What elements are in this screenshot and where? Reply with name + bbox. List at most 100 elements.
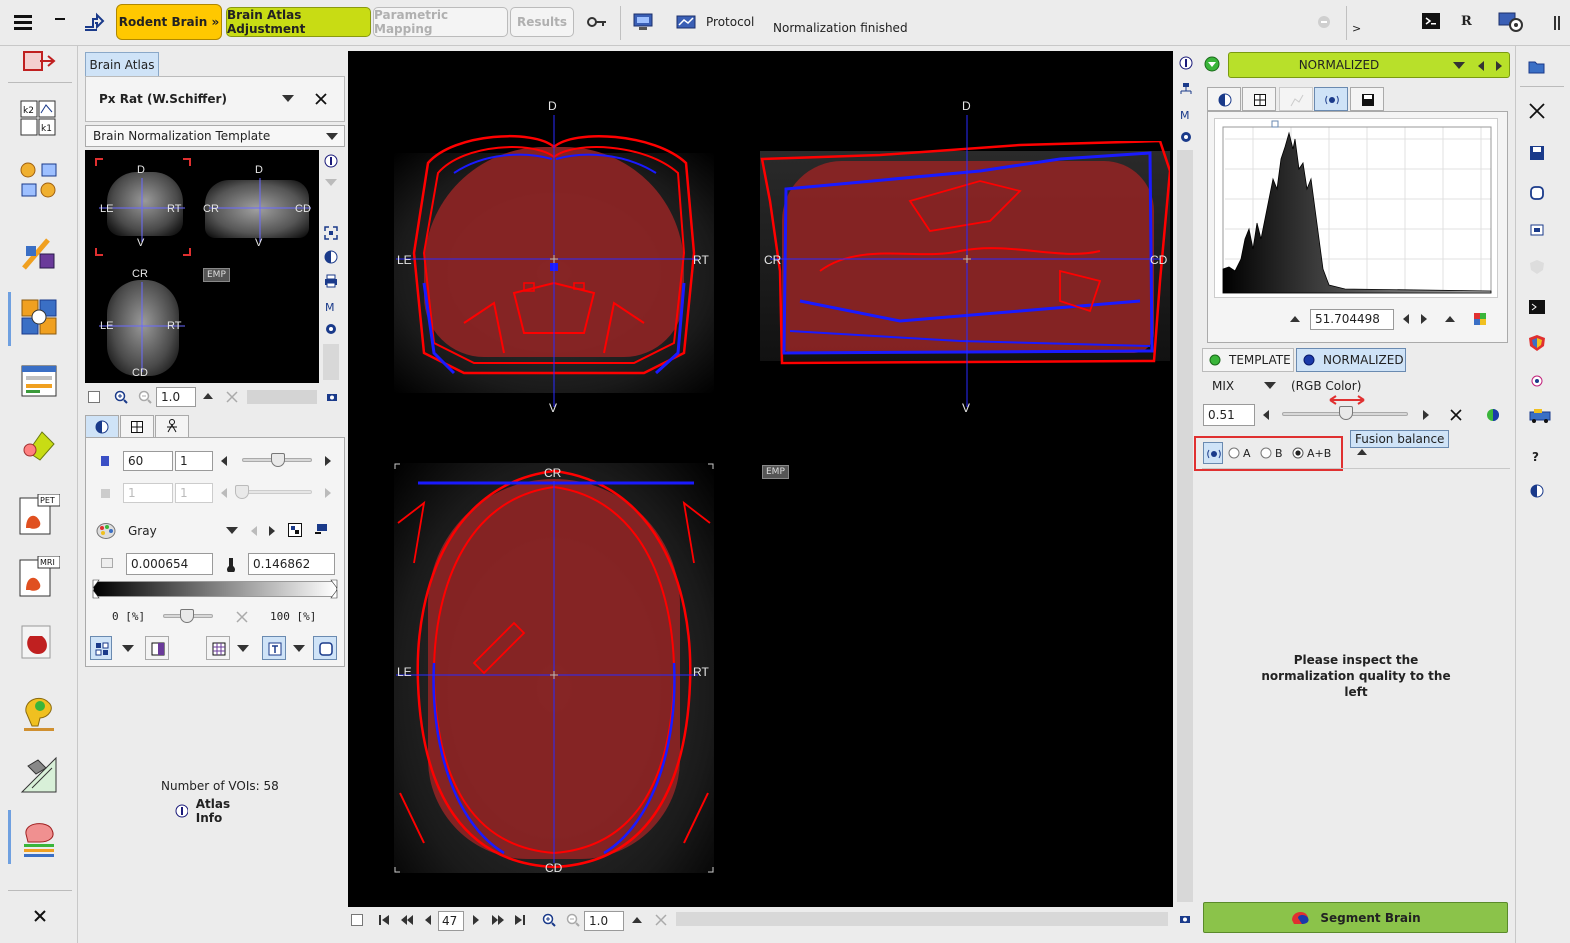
histogram-value-field[interactable]: 51.704498 <box>1310 309 1394 330</box>
right-tab-fusion[interactable] <box>1314 87 1348 111</box>
range-reset-icon[interactable] <box>236 611 248 623</box>
layout-dropdown-icon[interactable] <box>122 645 134 653</box>
series-dropdown-icon[interactable] <box>1453 62 1465 70</box>
viewer-network-icon[interactable] <box>1179 82 1193 96</box>
normalized-tab[interactable]: NORMALIZED <box>1296 348 1406 372</box>
frame2-slider-thumb[interactable] <box>235 485 249 499</box>
template-select[interactable]: Brain Normalization Template <box>85 125 345 147</box>
sidebar-item-brain-norm[interactable] <box>18 296 62 340</box>
thumb-sync-checkbox[interactable] <box>88 391 100 403</box>
tab-brain-atlas[interactable]: Brain Atlas <box>85 52 159 76</box>
camera-icon[interactable] <box>326 391 338 403</box>
copy-monitor-icon[interactable] <box>1528 222 1546 240</box>
sidebar-item-fusion[interactable] <box>18 232 62 276</box>
blend-button[interactable] <box>145 636 169 660</box>
balance-close-icon[interactable] <box>1449 408 1463 422</box>
rounded-rect-icon[interactable] <box>1528 184 1546 202</box>
main-viewer[interactable]: D V LE RT D V CR CD CR CD LE RT EMP <box>348 51 1173 907</box>
viewer-sync-checkbox[interactable] <box>351 914 363 926</box>
help-icon[interactable]: ? <box>1532 450 1539 464</box>
grid-dropdown-icon[interactable] <box>237 645 249 653</box>
radio-ab[interactable]: A+B <box>1292 445 1338 461</box>
viewer-info-icon[interactable] <box>1179 56 1193 70</box>
frame-button[interactable] <box>313 636 337 660</box>
collapse-icon[interactable] <box>324 178 338 188</box>
atlas-info-button[interactable]: Atlas Info <box>175 797 255 825</box>
viewer-zoom-out-icon[interactable] <box>566 913 580 927</box>
sidebar-item-table[interactable] <box>18 360 62 404</box>
right-tab-chart[interactable] <box>1279 87 1313 111</box>
right-contrast-toggle-icon[interactable] <box>1528 482 1546 500</box>
target-icon[interactable] <box>1528 372 1546 390</box>
info-icon[interactable] <box>324 154 338 168</box>
text-dropdown-icon[interactable] <box>293 645 305 653</box>
next-slice-icon[interactable] <box>472 914 480 926</box>
hist-next-icon[interactable] <box>1420 313 1428 325</box>
thumb-scrollbar[interactable] <box>323 344 339 380</box>
viewer-zoom-in-icon[interactable] <box>542 913 556 927</box>
gear-icon[interactable] <box>324 322 338 336</box>
thumb-zoom-field[interactable]: 1.0 <box>156 387 196 407</box>
frame2-prev-icon[interactable] <box>220 487 228 499</box>
colormap-next-icon[interactable] <box>268 525 276 537</box>
atlas-dropdown-icon[interactable] <box>281 92 295 106</box>
open-folder-icon[interactable] <box>1528 58 1546 76</box>
stop-icon[interactable] <box>1316 14 1332 30</box>
results-button[interactable]: Results <box>510 7 574 37</box>
zoom-reset-icon[interactable] <box>226 391 238 403</box>
zoom-up-arrow-icon[interactable] <box>202 392 214 400</box>
contrast-icon[interactable] <box>324 250 338 264</box>
tab-layout[interactable] <box>120 415 154 437</box>
sidebar-item-kinetic-modeling[interactable]: k2 k1 <box>18 98 62 142</box>
console-icon[interactable] <box>1528 298 1546 316</box>
brain-atlas-adjustment-button[interactable]: Brain Atlas Adjustment <box>226 7 371 37</box>
viewer-m-icon[interactable]: M <box>1179 108 1193 120</box>
series-select-icon[interactable] <box>1204 56 1220 72</box>
terminal-icon[interactable] <box>1422 13 1440 29</box>
segment-brain-button[interactable]: Segment Brain <box>1203 902 1508 933</box>
fusion-mode-button[interactable] <box>1203 442 1223 464</box>
zoom-out-icon[interactable] <box>138 390 152 404</box>
frame2-slider[interactable] <box>242 490 312 494</box>
key-icon[interactable] <box>586 12 608 32</box>
colormap-tool-icon[interactable] <box>314 522 330 538</box>
frame2-next-icon[interactable] <box>324 487 332 499</box>
slice-number-field[interactable]: 47 <box>438 911 464 931</box>
menu-icon[interactable] <box>12 10 34 34</box>
frame2-value-field[interactable]: 1 <box>123 483 173 503</box>
sidebar-item-import[interactable] <box>18 46 62 78</box>
sidebar-item-pet[interactable]: PET <box>18 494 62 538</box>
range-slider-thumb[interactable] <box>180 609 194 623</box>
forward-arrow-icon[interactable] <box>82 10 106 34</box>
colormap-invert-icon[interactable] <box>288 523 302 537</box>
r-button[interactable]: R <box>1461 14 1472 29</box>
right-tab-contrast[interactable] <box>1207 87 1241 111</box>
radio-b[interactable]: B <box>1260 445 1288 461</box>
sidebar-item-brain-color[interactable] <box>18 690 62 734</box>
text-button[interactable] <box>262 636 286 660</box>
shield-icon[interactable] <box>1528 258 1546 276</box>
frame-next-icon[interactable] <box>324 455 332 467</box>
vehicle-icon[interactable] <box>1528 406 1554 424</box>
sidebar-item-modeling[interactable] <box>18 160 62 204</box>
monitor-icon[interactable] <box>632 11 656 33</box>
max-value-field[interactable]: 0.146862 <box>248 553 335 575</box>
tab-person[interactable] <box>155 415 189 437</box>
palette-icon[interactable] <box>96 522 116 540</box>
sidebar-item-report[interactable] <box>18 754 62 798</box>
series-bar[interactable]: NORMALIZED <box>1228 52 1510 78</box>
frame-step-field[interactable]: 1 <box>175 451 213 471</box>
viewer-zoom-up-icon[interactable] <box>631 916 643 924</box>
mix-dropdown-icon[interactable] <box>1264 382 1276 390</box>
sidebar-item-brain-segment[interactable] <box>18 816 62 860</box>
balance-blend-icon[interactable] <box>1486 408 1500 422</box>
balance-next-icon[interactable] <box>1422 409 1430 421</box>
m-icon[interactable]: M <box>324 300 338 312</box>
zoom-in-icon[interactable] <box>114 390 128 404</box>
template-tab[interactable]: TEMPLATE <box>1202 348 1294 372</box>
dock-icon[interactable] <box>1550 14 1564 32</box>
histogram-plot[interactable] <box>1214 118 1498 298</box>
viewer-zoom-field[interactable]: 1.0 <box>584 911 624 931</box>
right-tab-save[interactable] <box>1350 87 1384 111</box>
fast-back-icon[interactable] <box>400 914 414 926</box>
